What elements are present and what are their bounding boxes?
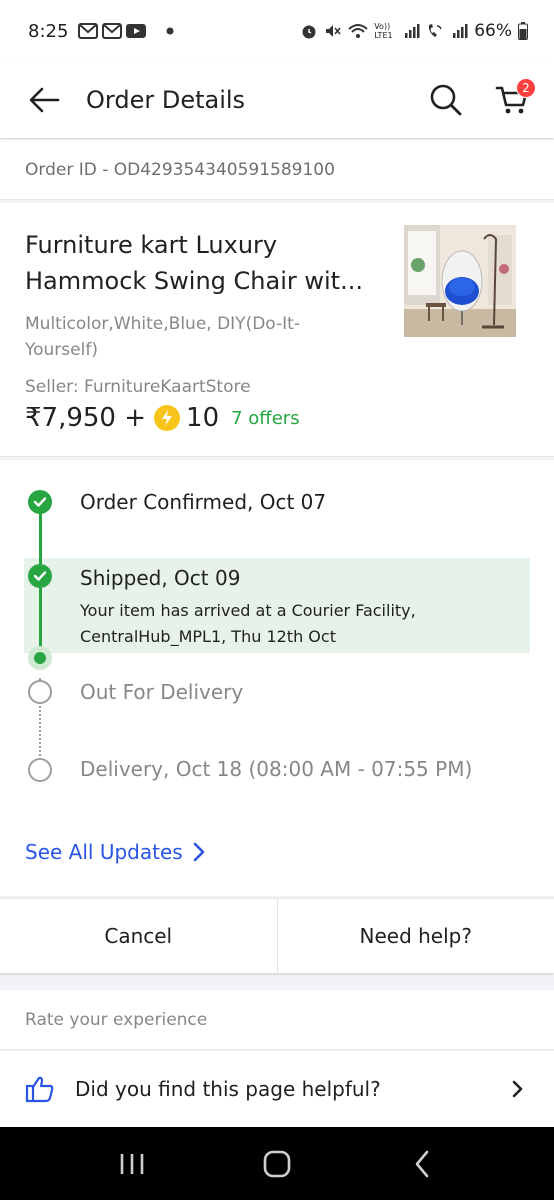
wifi-icon	[348, 23, 368, 39]
need-help-button[interactable]: Need help?	[276, 899, 554, 973]
search-button[interactable]	[426, 80, 466, 120]
alarm-icon	[300, 22, 318, 40]
volte-icon: Vo)) LTE1	[374, 22, 393, 40]
home-button[interactable]	[247, 1139, 307, 1189]
see-all-updates-label: See All Updates	[25, 840, 183, 864]
battery-percent: 66%	[474, 21, 512, 41]
shipped-detail: Your item has arrived at a Courier Facil…	[80, 598, 416, 650]
signal-icon	[404, 23, 420, 39]
pending-circle-icon	[28, 680, 52, 704]
notification-icons	[78, 23, 174, 39]
mute-icon	[324, 22, 342, 40]
order-timeline: Order Confirmed, Oct 07 Shipped, Oct 09 …	[0, 460, 554, 896]
cancel-button[interactable]: Cancel	[0, 899, 277, 973]
signal-icon	[452, 23, 468, 39]
back-button[interactable]	[26, 82, 62, 118]
system-nav-bar	[0, 1127, 554, 1200]
order-actions: Cancel Need help?	[0, 898, 554, 974]
chevron-right-icon	[193, 842, 204, 862]
product-variant: Multicolor,White,Blue, DIY(Do-It-Yoursel…	[25, 314, 300, 360]
home-icon	[263, 1150, 291, 1177]
order-id: Order ID - OD429354340591589100	[0, 140, 554, 200]
back-nav-button[interactable]	[392, 1139, 452, 1189]
cart-count-badge: 2	[516, 78, 536, 98]
wifi-call-icon	[426, 22, 446, 40]
rate-experience-heading: Rate your experience	[0, 990, 554, 1050]
gmail-icon	[102, 23, 123, 39]
cart-button[interactable]: 2	[492, 78, 536, 120]
timeline-step-out-for-delivery: Out For Delivery	[80, 680, 244, 704]
gmail-icon	[78, 23, 99, 39]
page-helpful-row[interactable]: Did you find this page helpful?	[0, 1051, 554, 1127]
current-position-dot	[28, 646, 52, 670]
product-price: ₹7,950 +	[25, 403, 147, 433]
recent-apps-icon	[121, 1153, 144, 1174]
product-image[interactable]	[404, 225, 516, 337]
timeline-connector	[39, 512, 42, 564]
helpful-question: Did you find this page helpful?	[75, 1077, 381, 1101]
back-chevron-icon	[415, 1150, 428, 1177]
status-time: 8:25	[28, 20, 69, 42]
check-icon	[28, 490, 52, 514]
shipped-detail-line: CentralHub_MPL1, Thu 12th Oct	[80, 627, 336, 646]
status-bar: 8:25 Vo)) LTE1 66%	[0, 0, 554, 62]
timeline-step-delivery: Delivery, Oct 18 (08:00 AM - 07:55 PM)	[80, 757, 473, 781]
shipped-detail-line: Your item has arrived at a Courier Facil…	[80, 601, 416, 620]
price-row: ₹7,950 + 10 7 offers	[25, 403, 529, 433]
coin-count: 10	[186, 403, 220, 433]
check-icon	[28, 564, 52, 588]
battery-icon	[518, 22, 528, 40]
youtube-icon	[126, 23, 147, 39]
recent-apps-button[interactable]	[102, 1139, 162, 1189]
dot-icon	[166, 27, 174, 35]
offers-link[interactable]: 7 offers	[231, 408, 299, 429]
page-title: Order Details	[86, 86, 246, 114]
see-all-updates-link[interactable]: See All Updates	[25, 840, 205, 864]
product-name: Furniture kart Luxury Hammock Swing Chai…	[25, 231, 363, 295]
arrow-left-icon	[29, 87, 60, 113]
product-seller: Seller: FurnitureKaartStore	[25, 377, 251, 397]
supercoin-icon	[154, 405, 181, 431]
chevron-right-icon	[512, 1080, 523, 1098]
timeline-step-confirmed: Order Confirmed, Oct 07	[80, 490, 327, 514]
timeline-step-shipped: Shipped, Oct 09	[80, 566, 241, 590]
search-icon	[430, 84, 462, 116]
thumbs-up-icon	[25, 1076, 54, 1103]
product-card[interactable]: Furniture kart Luxury Hammock Swing Chai…	[0, 203, 554, 457]
app-header: Order Details 2	[0, 62, 554, 138]
pending-circle-icon	[28, 758, 52, 782]
